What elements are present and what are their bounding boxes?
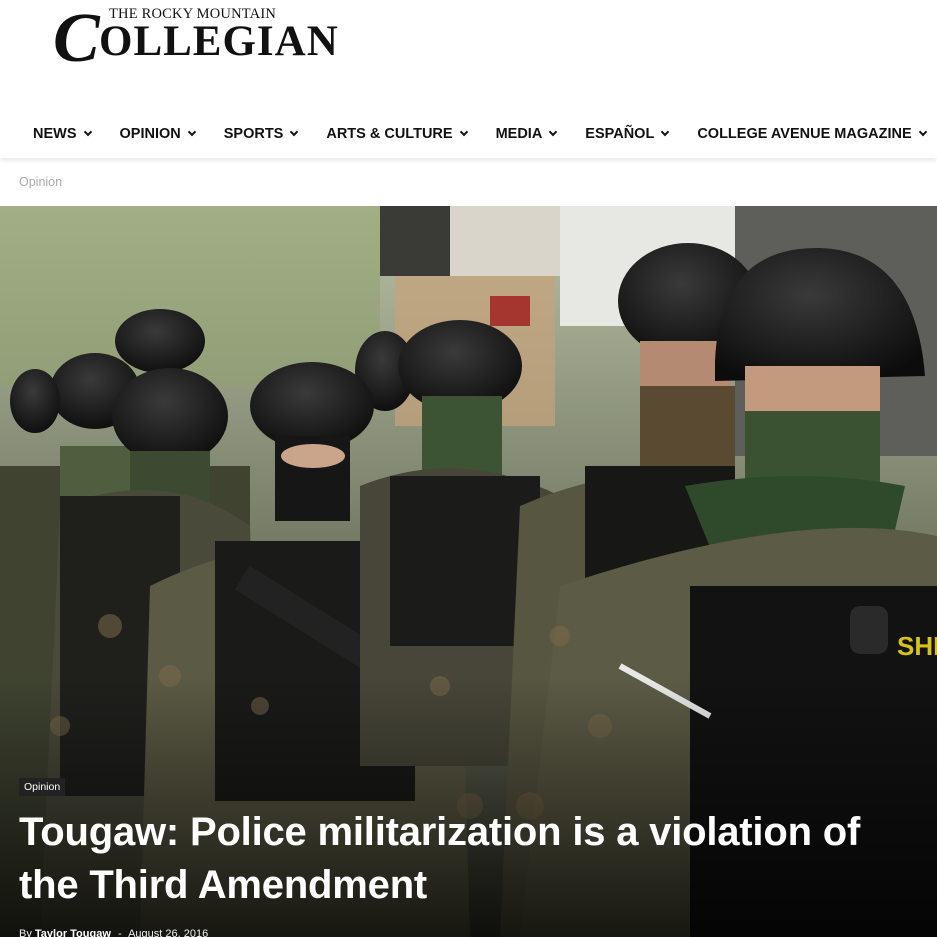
article-date: August 26, 2016 [128,928,209,937]
nav-item-media[interactable]: MEDIA [495,126,558,142]
byline-by: By [19,928,32,937]
nav-label: ARTS & CULTURE [326,126,453,142]
nav-item-news[interactable]: NEWS [33,126,92,142]
author-link[interactable]: Taylor Tougaw [35,928,111,937]
site-header: THE ROCKY MOUNTAIN C OLLEGIAN [0,0,937,110]
logo-initial: C [53,0,100,77]
byline-separator: - [117,928,122,937]
chevron-down-icon [187,127,196,137]
chevron-down-icon [661,127,670,137]
article-byline: By Taylor Tougaw - August 26, 2016 [19,928,208,937]
logo-wordmark: OLLEGIAN [99,18,339,65]
nav-item-espanol[interactable]: ESPAÑOL [585,126,670,142]
nav-item-sports[interactable]: SPORTS [223,126,299,142]
chevron-down-icon [459,127,468,137]
hero-image: SHE Opinion Tougaw: Police militarizatio… [0,206,937,937]
nav-item-arts-culture[interactable]: ARTS & CULTURE [326,126,468,142]
category-tag[interactable]: Opinion [19,778,66,796]
chevron-down-icon [918,127,927,137]
nav-label: NEWS [33,126,77,142]
breadcrumb[interactable]: Opinion [19,175,62,189]
nav-label: ESPAÑOL [585,126,655,142]
nav-label: MEDIA [495,126,543,142]
badge-text: SHE [897,631,937,661]
article-title: Tougaw: Police militarization is a viola… [19,810,861,907]
site-logo[interactable]: THE ROCKY MOUNTAIN C OLLEGIAN [53,0,338,77]
nav-label: SPORTS [223,126,284,142]
nav-item-college-avenue-magazine[interactable]: COLLEGE AVENUE MAGAZINE [697,126,927,142]
chevron-down-icon [83,127,92,137]
chevron-down-icon [290,127,299,137]
nav-item-opinion[interactable]: OPINION [119,126,196,142]
nav-label: COLLEGE AVENUE MAGAZINE [697,126,912,142]
chevron-down-icon [549,127,558,137]
main-nav: NEWS OPINION SPORTS ARTS & CULTURE MEDIA… [0,110,937,158]
nav-label: OPINION [119,126,181,142]
